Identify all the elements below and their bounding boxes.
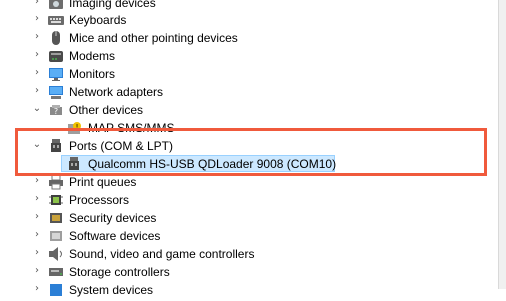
processor-icon <box>48 192 64 208</box>
printer-icon <box>48 174 64 190</box>
chevron-right-icon[interactable]: › <box>30 192 44 206</box>
tree-item-system-devices[interactable]: › System devices <box>0 281 498 299</box>
window-right-edge <box>498 0 506 289</box>
tree-item-label: Security devices <box>69 211 157 225</box>
chevron-right-icon[interactable]: › <box>30 48 44 62</box>
tree-item-network-adapters[interactable]: › Network adapters <box>0 83 498 101</box>
chevron-right-icon[interactable]: › <box>30 228 44 242</box>
svg-text:?: ? <box>54 107 58 116</box>
modem-icon <box>48 48 64 64</box>
chevron-right-icon[interactable]: › <box>30 12 44 26</box>
tree-item-security-devices[interactable]: › Security devices <box>0 209 498 227</box>
tree-item-ports[interactable]: ⌄ Ports (COM & LPT) <box>0 137 498 155</box>
device-tree[interactable]: › Imaging devices › Keyboards › Mice and… <box>0 0 498 297</box>
tree-item-mice[interactable]: › Mice and other pointing devices <box>0 29 498 47</box>
chevron-right-icon[interactable]: › <box>30 84 44 98</box>
tree-item-label: MAP SMS/MMS <box>88 121 175 135</box>
keyboard-icon <box>48 12 64 28</box>
chevron-right-icon[interactable]: › <box>30 210 44 224</box>
chevron-right-icon[interactable]: › <box>30 282 44 296</box>
storage-controller-icon <box>48 264 64 280</box>
mouse-icon <box>48 30 64 46</box>
chevron-right-icon[interactable]: › <box>30 66 44 80</box>
tree-item-label: Other devices <box>69 103 144 117</box>
warning-device-icon: ! <box>66 120 82 136</box>
tree-item-processors[interactable]: › Processors <box>0 191 498 209</box>
unknown-device-icon: ? <box>48 102 64 118</box>
network-adapter-icon <box>48 84 64 100</box>
tree-item-label: Network adapters <box>69 85 164 99</box>
tree-item-label: Print queues <box>69 175 137 189</box>
tree-item-label: Sound, video and game controllers <box>69 247 255 261</box>
tree-item-modems[interactable]: › Modems <box>0 47 498 65</box>
chevron-right-icon[interactable]: › <box>30 0 44 9</box>
tree-item-label: Qualcomm HS-USB QDLoader 9008 (COM10) <box>88 157 337 171</box>
chevron-down-icon[interactable]: ⌄ <box>30 138 44 152</box>
monitor-icon <box>48 66 64 82</box>
tree-item-label: Keyboards <box>69 13 127 27</box>
chevron-right-icon[interactable]: › <box>30 174 44 188</box>
chevron-right-icon[interactable]: › <box>30 264 44 278</box>
tree-item-print-queues[interactable]: › Print queues <box>0 173 498 191</box>
security-device-icon <box>48 210 64 226</box>
tree-item-storage-controllers[interactable]: › Storage controllers <box>0 263 498 281</box>
software-device-icon <box>48 228 64 244</box>
tree-item-label: Software devices <box>69 229 161 243</box>
tree-item-keyboards[interactable]: › Keyboards <box>0 11 498 29</box>
tree-item-label: Monitors <box>69 67 116 81</box>
tree-item-qualcomm-qdloader[interactable]: Qualcomm HS-USB QDLoader 9008 (COM10) <box>0 155 498 173</box>
tree-item-software-devices[interactable]: › Software devices <box>0 227 498 245</box>
tree-item-other-devices[interactable]: ⌄ ? Other devices <box>0 101 498 119</box>
port-icon <box>66 156 82 172</box>
tree-item-label: Imaging devices <box>69 0 156 10</box>
tree-item-sound-video-game[interactable]: › Sound, video and game controllers <box>0 245 498 263</box>
chevron-down-icon[interactable]: ⌄ <box>30 102 44 116</box>
speaker-icon <box>48 246 64 262</box>
tree-item-label: Modems <box>69 49 116 63</box>
chevron-right-icon[interactable]: › <box>30 30 44 44</box>
svg-text:!: ! <box>76 123 79 131</box>
tree-item-label: Processors <box>69 193 130 207</box>
tree-item-label: Ports (COM & LPT) <box>69 139 174 153</box>
tree-item-monitors[interactable]: › Monitors <box>0 65 498 83</box>
chevron-right-icon[interactable]: › <box>30 246 44 260</box>
tree-item-map-sms-mms[interactable]: ! MAP SMS/MMS <box>0 119 498 137</box>
port-icon <box>48 138 64 154</box>
camera-icon <box>48 0 64 11</box>
tree-item-label: System devices <box>69 283 154 297</box>
system-device-icon <box>48 282 64 298</box>
tree-item-label: Storage controllers <box>69 265 170 279</box>
tree-item-label: Mice and other pointing devices <box>69 31 238 45</box>
